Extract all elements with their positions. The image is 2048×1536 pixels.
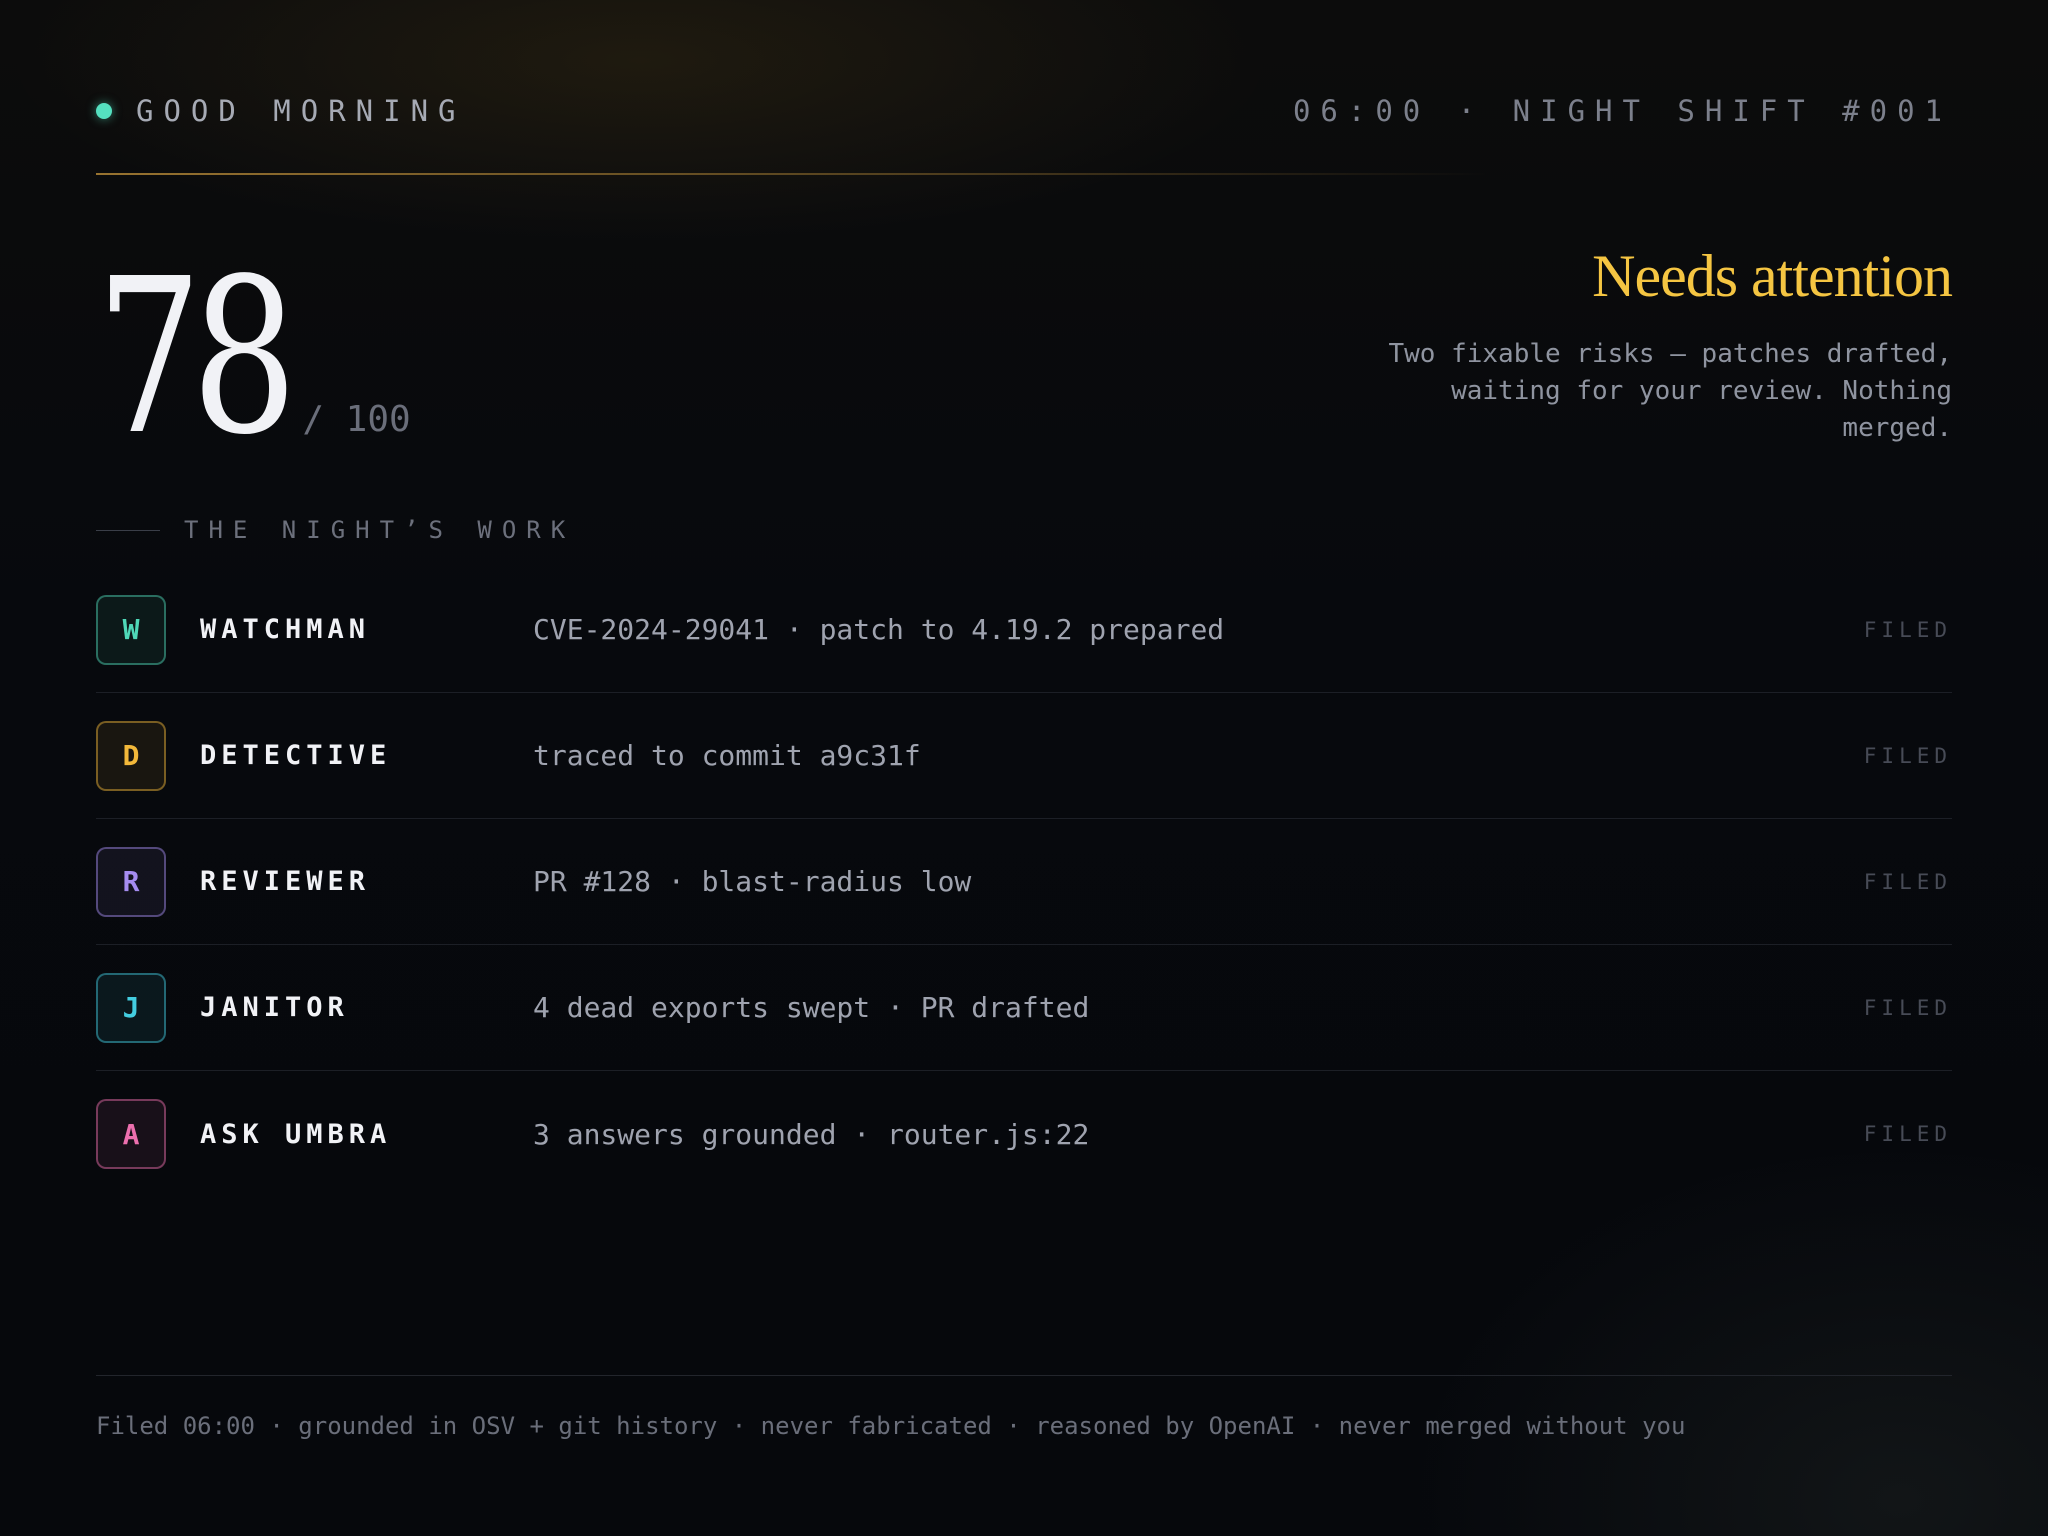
status-title: Needs attention — [1592, 243, 1953, 309]
footer-note: Filed 06:00 · grounded in OSV + git hist… — [96, 1412, 1686, 1440]
agent-badge-icon: W — [96, 594, 166, 665]
agent-row-detective[interactable]: D DETECTIVE traced to commit a9c31f FILE… — [96, 693, 1952, 819]
section-divider — [96, 529, 160, 531]
agent-badge-icon: J — [96, 972, 166, 1043]
agent-status-badge: FILED — [1863, 869, 1952, 894]
agent-badge-icon: R — [96, 846, 166, 917]
agent-row-ask-umbra[interactable]: A ASK UMBRA 3 answers grounded · router.… — [96, 1071, 1952, 1197]
agent-name: REVIEWER — [200, 866, 371, 897]
status-dot-icon — [96, 103, 112, 119]
agent-name: JANITOR — [200, 992, 349, 1023]
agent-badge-icon: D — [96, 720, 166, 791]
night-shift-report: GOOD MORNING 06:00 · NIGHT SHIFT #001 78… — [96, 0, 1953, 1536]
status-description: Two fixable risks — patches drafted, wai… — [1388, 339, 1952, 443]
greeting: GOOD MORNING — [96, 94, 466, 128]
agent-row-reviewer[interactable]: R REVIEWER PR #128 · blast-radius low FI… — [96, 819, 1952, 945]
section-header: THE NIGHT’S WORK — [96, 516, 575, 544]
agent-name: DETECTIVE — [200, 740, 392, 771]
agent-badge-icon: A — [96, 1099, 166, 1169]
score-value: 78 — [96, 233, 297, 482]
agent-list: W WATCHMAN CVE-2024-29041 · patch to 4.1… — [96, 567, 1952, 1197]
score-max: / 100 — [302, 399, 411, 440]
agent-summary: PR #128 · blast-radius low — [533, 865, 972, 898]
header: GOOD MORNING 06:00 · NIGHT SHIFT #001 — [96, 86, 1952, 136]
greeting-text: GOOD MORNING — [136, 94, 466, 128]
agent-summary: CVE-2024-29041 · patch to 4.19.2 prepare… — [533, 613, 1225, 646]
score: 78 / 100 — [96, 233, 411, 482]
agent-status-badge: FILED — [1863, 617, 1952, 642]
footer-divider — [96, 1375, 1952, 1376]
agent-status-badge: FILED — [1863, 743, 1952, 768]
agent-status-badge: FILED — [1863, 1122, 1952, 1146]
agent-summary: 3 answers grounded · router.js:22 — [533, 1117, 1090, 1151]
agent-row-janitor[interactable]: J JANITOR 4 dead exports swept · PR draf… — [96, 945, 1952, 1071]
section-label: THE NIGHT’S WORK — [184, 516, 576, 544]
agent-summary: 4 dead exports swept · PR drafted — [533, 991, 1090, 1024]
agent-name: WATCHMAN — [200, 614, 371, 645]
agent-summary: traced to commit a9c31f — [533, 739, 921, 772]
header-divider — [96, 173, 1952, 175]
agent-name: ASK UMBRA — [200, 1118, 392, 1150]
status-block: Needs attention Two fixable risks — patc… — [1252, 240, 1953, 447]
agent-status-badge: FILED — [1863, 995, 1952, 1020]
shift-info: 06:00 · NIGHT SHIFT #001 — [1292, 94, 1952, 128]
agent-row-watchman[interactable]: W WATCHMAN CVE-2024-29041 · patch to 4.1… — [96, 567, 1952, 693]
